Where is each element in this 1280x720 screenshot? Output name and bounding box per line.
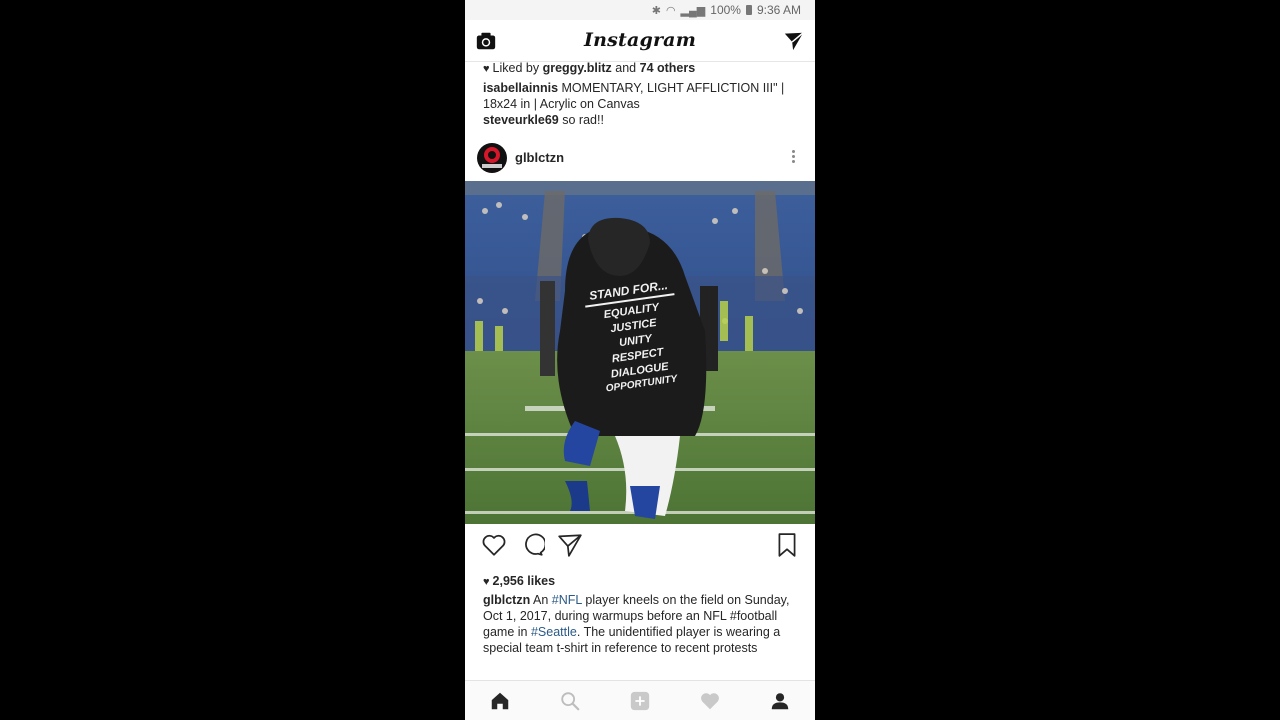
activity-heart-icon[interactable]: [699, 690, 721, 712]
post-actions: [465, 528, 815, 564]
small-heart-icon: ♥: [483, 576, 490, 588]
instagram-logo: Instagram: [584, 29, 696, 51]
comment-icon[interactable]: [519, 532, 545, 558]
liked-prefix: Liked by: [492, 61, 540, 75]
signal-icon: ▂▄▆: [680, 4, 706, 17]
post-header: glblctzn: [465, 140, 815, 180]
search-icon[interactable]: [559, 690, 581, 712]
profile-icon[interactable]: [769, 690, 791, 712]
likes-text: 2,956 likes: [492, 574, 556, 588]
caption-text: . The unidentified player is wearing a s…: [483, 625, 781, 655]
hashtag-link[interactable]: #NFL: [552, 593, 582, 607]
caption-username[interactable]: glblctzn: [483, 593, 530, 607]
more-options-icon[interactable]: [785, 148, 801, 168]
avatar[interactable]: [477, 143, 507, 173]
previous-post-details: ♥ Liked by greggy.blitz and 74 others isa…: [483, 60, 799, 128]
liked-by-line: ♥ Liked by greggy.blitz and 74 others: [483, 60, 799, 77]
shirt-text: STAND FOR... EQUALITY JUSTICE UNITY RESP…: [573, 276, 697, 398]
previous-caption: isabellainnis MOMENTARY, LIGHT AFFLICTIO…: [483, 80, 799, 112]
heart-icon[interactable]: [481, 532, 507, 558]
battery-icon: [745, 5, 752, 15]
liked-by-user-link[interactable]: greggy.blitz: [543, 61, 612, 75]
clock: 9:36 AM: [756, 3, 801, 17]
app-header: Instagram: [465, 20, 815, 62]
likes-count[interactable]: ♥ 2,956 likes: [483, 574, 555, 588]
direct-message-icon[interactable]: [783, 30, 805, 52]
small-heart-icon: ♥: [483, 63, 490, 75]
bottom-navigation: [465, 680, 815, 720]
battery-percent: 100%: [710, 3, 741, 17]
hashtag-link[interactable]: #Seattle: [531, 625, 577, 639]
post-username[interactable]: glblctzn: [515, 150, 564, 165]
add-post-icon[interactable]: [629, 690, 651, 712]
comment-user[interactable]: steveurkle69: [483, 113, 559, 127]
share-icon[interactable]: [557, 532, 583, 558]
previous-comment: steveurkle69 so rad!!: [483, 112, 799, 128]
status-bar: ✱ ◠ ▂▄▆ 100% 9:36 AM: [465, 0, 815, 20]
bookmark-icon[interactable]: [774, 532, 800, 558]
caption-text: An: [533, 593, 549, 607]
home-icon[interactable]: [489, 690, 511, 712]
liked-others-link[interactable]: 74 others: [640, 61, 696, 75]
phone-screen: ✱ ◠ ▂▄▆ 100% 9:36 AM Instagram ♥ Liked by…: [465, 0, 815, 720]
post-caption: glblctzn An #NFL player kneels on the fi…: [483, 592, 799, 670]
liked-and: and: [615, 61, 637, 75]
bluetooth-icon: ✱: [651, 4, 661, 17]
post-photo[interactable]: STAND FOR... EQUALITY JUSTICE UNITY RESP…: [465, 181, 815, 524]
wifi-icon: ◠: [665, 4, 676, 17]
comment-text: so rad!!: [562, 113, 604, 127]
previous-caption-user[interactable]: isabellainnis: [483, 81, 558, 95]
